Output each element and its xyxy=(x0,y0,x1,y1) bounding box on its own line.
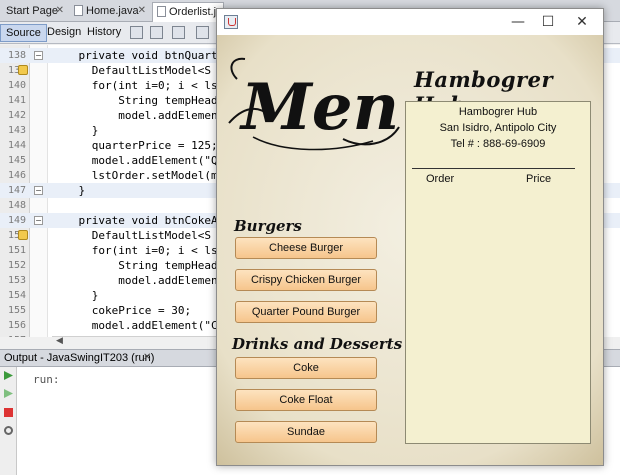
scroll-left-icon[interactable]: ◀ xyxy=(56,336,63,346)
code-text: DefaultListModel<S xyxy=(52,229,211,242)
menu-logo-art: Menu xyxy=(228,57,446,151)
code-text: cokePrice = 30; xyxy=(52,304,192,317)
order-column-header: Order xyxy=(426,173,455,185)
maximize-icon[interactable]: ☐ xyxy=(533,11,563,33)
receipt-name: Hambogrer Hub xyxy=(458,106,538,118)
output-toolbar xyxy=(0,367,17,475)
drink-item-button[interactable]: Coke xyxy=(235,357,377,379)
drink-item-button[interactable]: Coke Float xyxy=(235,389,377,411)
code-text: for(int i=0; i < ls xyxy=(52,79,218,92)
tab-start-page[interactable]: Start Page ✕ xyxy=(2,2,68,22)
line-number: 156 xyxy=(7,320,26,331)
code-text: } xyxy=(52,289,99,302)
code-text: String tempHead xyxy=(52,94,218,107)
price-column-header: Price xyxy=(526,173,552,185)
line-number: 146 xyxy=(7,170,26,181)
code-text: model.addElemen xyxy=(52,109,218,122)
line-number: 138 xyxy=(7,50,26,61)
close-icon[interactable]: ✕ xyxy=(138,5,146,16)
java-app-icon xyxy=(224,15,238,29)
warning-icon[interactable] xyxy=(18,65,28,75)
close-icon[interactable]: ✕ xyxy=(56,5,64,16)
line-number: 149 xyxy=(7,215,26,226)
java-file-icon xyxy=(157,6,166,17)
output-text: run: xyxy=(33,373,60,386)
line-number: 140 xyxy=(7,80,26,91)
line-number: 144 xyxy=(7,140,26,151)
code-text: } xyxy=(52,184,86,197)
design-tab[interactable]: Design xyxy=(42,24,86,42)
desktop: Start Page ✕ Home.java ✕ Orderlist.java … xyxy=(0,0,620,475)
tab-label: Start Page xyxy=(6,5,58,17)
stop-icon[interactable] xyxy=(3,407,14,418)
rerun-icon[interactable] xyxy=(3,370,14,381)
output-title: Output - JavaSwingIT203 (run) xyxy=(4,352,155,364)
code-text: private void btnCokeAc xyxy=(52,214,225,227)
rerun-with-options-icon[interactable] xyxy=(3,388,14,399)
warning-icon[interactable] xyxy=(18,230,28,240)
tab-label: Home.java xyxy=(86,5,139,17)
code-text: for(int i=0; i < ls xyxy=(52,244,218,257)
code-text: DefaultListModel<S xyxy=(52,64,211,77)
burger-item-button[interactable]: Quarter Pound Burger xyxy=(235,301,377,323)
code-text: model.addElement("Q xyxy=(52,154,218,167)
source-tab[interactable]: Source xyxy=(0,24,47,42)
settings-icon[interactable] xyxy=(3,425,14,436)
minimize-icon[interactable]: — xyxy=(503,11,533,33)
burger-item-button[interactable]: Crispy Chicken Burger xyxy=(235,269,377,291)
fold-toggle-icon[interactable]: − xyxy=(34,186,43,195)
code-text: } xyxy=(52,124,99,137)
close-icon[interactable]: ✕ xyxy=(143,352,151,363)
menu-app-window: — ☐ ✕ Men Hambogrer Burgers Cheese Burge… xyxy=(216,8,604,466)
line-number: 151 xyxy=(7,245,26,256)
line-number: 148 xyxy=(7,200,26,211)
java-file-icon xyxy=(74,5,83,16)
line-number: 153 xyxy=(7,275,26,286)
order-receipt: Hambogrer Hub San Isidro, Antipolo City … xyxy=(405,101,591,444)
history-tab[interactable]: History xyxy=(82,24,126,42)
burger-item-button[interactable]: Cheese Burger xyxy=(235,237,377,259)
search-icon[interactable] xyxy=(196,26,209,39)
fold-toggle-icon[interactable]: − xyxy=(34,216,43,225)
line-number: 152 xyxy=(7,260,26,271)
line-number: 147 xyxy=(7,185,26,196)
code-text: model.addElemen xyxy=(52,274,218,287)
close-icon[interactable]: ✕ xyxy=(567,11,597,33)
receipt-divider xyxy=(412,168,575,169)
back-icon[interactable] xyxy=(150,26,163,39)
receipt-tel: Tel # : 888-69-6909 xyxy=(450,138,546,150)
line-number: 154 xyxy=(7,290,26,301)
last-edit-icon[interactable] xyxy=(130,26,143,39)
tab-orderlist-java[interactable]: Orderlist.java xyxy=(152,2,224,22)
menu-panel: Menu Hambogrer Hub Burgers Cheese Burger… xyxy=(217,35,603,465)
burgers-heading: Burgers xyxy=(234,217,302,235)
tab-home-java[interactable]: Home.java ✕ xyxy=(70,2,150,22)
code-text: String tempHead xyxy=(52,259,218,272)
receipt-address: San Isidro, Antipolo City xyxy=(439,122,557,134)
drinks-heading: Drinks and Desserts xyxy=(232,335,403,353)
code-text: private void btnQuarte xyxy=(52,49,225,62)
fold-toggle-icon[interactable]: − xyxy=(34,51,43,60)
window-titlebar[interactable]: — ☐ ✕ xyxy=(217,9,603,35)
menu-logo: Menu xyxy=(223,49,446,159)
line-number: 141 xyxy=(7,95,26,106)
drink-item-button[interactable]: Sundae xyxy=(235,421,377,443)
line-number: 155 xyxy=(7,305,26,316)
logo-text: Menu xyxy=(239,70,403,145)
line-number: 157 xyxy=(0,333,26,337)
code-text: quarterPrice = 125; xyxy=(52,139,218,152)
forward-icon[interactable] xyxy=(172,26,185,39)
line-number: 145 xyxy=(7,155,26,166)
code-text: lstOrder.setModel(m xyxy=(52,169,218,182)
horizontal-scrollbar[interactable]: ◀ xyxy=(52,336,218,346)
code-text: model.addElement("C xyxy=(52,319,218,332)
line-number: 142 xyxy=(7,110,26,121)
line-number: 143 xyxy=(7,125,26,136)
